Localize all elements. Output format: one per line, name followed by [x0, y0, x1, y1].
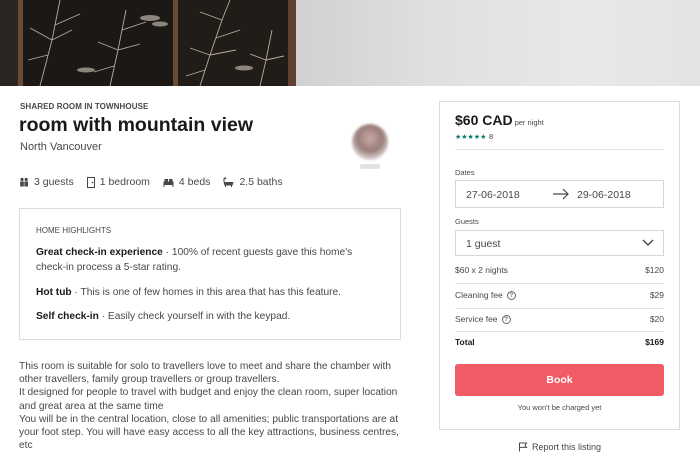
amenity-baths: 2.5 baths	[223, 176, 283, 188]
nightly-price: $60 CAD per night	[455, 112, 544, 128]
highlight-item: Great check-in experience · 100% of rece…	[36, 245, 376, 275]
bed-icon	[163, 178, 174, 187]
listing-photo[interactable]	[0, 0, 700, 86]
amenity-bedrooms: 1 bedroom	[86, 176, 150, 188]
home-highlights-box: HOME HIGHLIGHTS Great check-in experienc…	[19, 208, 401, 340]
service-fee-row: Service fee? $20	[455, 314, 664, 324]
nights-row: $60 x 2 nights $120	[455, 265, 664, 275]
amenity-beds: 4 beds	[163, 176, 211, 188]
review-count[interactable]: 8	[489, 132, 493, 141]
chevron-down-icon	[642, 239, 654, 246]
info-icon[interactable]: ?	[501, 314, 511, 324]
no-charge-note: You won't be charged yet	[517, 403, 602, 412]
divider	[455, 149, 664, 150]
listing-description: This room is suitable for solo to travel…	[19, 360, 409, 452]
listing-title: room with mountain view	[19, 114, 254, 136]
bath-icon	[223, 177, 234, 187]
nights-amount: $120	[645, 265, 664, 275]
photo-screen-panel	[0, 0, 300, 86]
dates-label: Dates	[455, 168, 475, 177]
checkout-input[interactable]: 29-06-2018	[577, 189, 631, 201]
date-range-picker: 27-06-2018 29-06-2018	[455, 180, 664, 208]
highlight-title: Great check-in experience	[36, 247, 163, 258]
highlight-text: · This is one of few homes in this area …	[71, 287, 342, 298]
room-type-label: SHARED ROOM IN TOWNHOUSE	[20, 102, 149, 111]
cleaning-fee-row: Cleaning fee? $29	[455, 290, 664, 300]
highlight-title: Self check-in	[36, 311, 99, 322]
lacquer-screen-art	[27, 0, 285, 86]
flag-icon	[519, 442, 528, 452]
service-fee-label: Service fee	[455, 314, 498, 324]
booking-card: $60 CAD per night ★★★★★ 8 Dates 27-06-201…	[439, 101, 680, 430]
amenity-guests: 3 guests	[19, 176, 74, 188]
rating-stars-icon[interactable]: ★★★★★	[455, 133, 486, 141]
book-button[interactable]: Book	[455, 364, 664, 396]
guests-select[interactable]: 1 guest	[455, 230, 664, 256]
report-listing-link[interactable]: Report this listing	[518, 442, 601, 452]
service-fee-amount: $20	[649, 314, 664, 324]
host-name-blurred	[360, 164, 380, 169]
report-listing-label: Report this listing	[532, 442, 602, 452]
divider	[455, 308, 664, 309]
guests-label: Guests	[455, 217, 479, 226]
highlight-item: Hot tub · This is one of few homes in th…	[36, 285, 376, 300]
listing-location[interactable]: North Vancouver	[20, 141, 102, 153]
description-paragraph: It designed for people to travel with bu…	[19, 387, 398, 412]
amenity-summary: 3 guests 1 bedroom 4 beds 2.5 baths	[19, 176, 296, 188]
description-paragraph: This room is suitable for solo to travel…	[19, 361, 392, 386]
description-paragraph: You will be in the central location, clo…	[19, 413, 399, 452]
amenity-baths-label: 2.5 baths	[239, 176, 283, 188]
checkin-input[interactable]: 27-06-2018	[466, 189, 520, 201]
total-row: Total $169	[455, 337, 664, 347]
highlight-title: Hot tub	[36, 287, 72, 298]
total-label: Total	[455, 337, 475, 347]
highlight-item: Self check-in · Easily check yourself in…	[36, 309, 376, 324]
highlight-text: · Easily check yourself in with the keyp…	[98, 311, 291, 322]
amenity-guests-label: 3 guests	[34, 176, 74, 188]
cleaning-fee-amount: $29	[649, 290, 664, 300]
guests-selected-value: 1 guest	[466, 238, 501, 250]
door-icon	[86, 176, 95, 188]
divider	[455, 331, 664, 332]
host-avatar[interactable]	[352, 124, 388, 160]
info-icon[interactable]: ?	[506, 290, 516, 300]
per-night-label: per night	[514, 118, 544, 127]
amenity-beds-label: 4 beds	[178, 176, 211, 188]
photo-wall	[296, 0, 700, 86]
guests-icon	[20, 177, 28, 187]
price-amount: $60 CAD	[455, 112, 513, 128]
home-highlights-heading: HOME HIGHLIGHTS	[36, 226, 112, 235]
nights-label: $60 x 2 nights	[455, 265, 508, 275]
arrow-right-icon	[553, 188, 569, 200]
amenity-bedrooms-label: 1 bedroom	[99, 176, 150, 188]
cleaning-fee-label: Cleaning fee	[455, 290, 503, 300]
divider	[455, 283, 664, 284]
total-amount: $169	[645, 337, 664, 347]
